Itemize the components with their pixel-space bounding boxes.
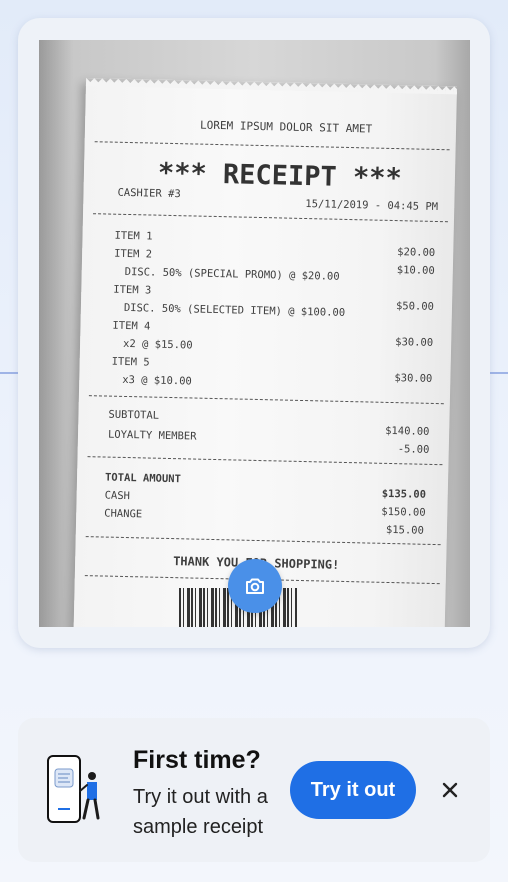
loyalty-label: LOYALTY MEMBER — [107, 428, 197, 443]
line-amount: $30.00 — [394, 372, 433, 385]
receipt-datetime: 15/11/2019 - 04:45 PM — [305, 198, 439, 214]
line-label: ITEM 5 — [111, 355, 150, 369]
receipt-paper: LOREM IPSUM DOLOR SIT AMET *** RECEIPT *… — [71, 78, 458, 627]
subtotal-value: $140.00 — [385, 424, 430, 438]
loyalty-value: -5.00 — [397, 443, 430, 456]
line-amount: $50.00 — [395, 300, 435, 313]
camera-icon — [246, 578, 264, 594]
change-value: $15.00 — [385, 523, 425, 537]
divider — [94, 141, 450, 151]
receipt-header: LOREM IPSUM DOLOR SIT AMET — [199, 118, 373, 136]
line-label: ITEM 2 — [113, 247, 153, 261]
camera-preview-card: LOREM IPSUM DOLOR SIT AMET *** RECEIPT *… — [18, 18, 490, 648]
divider — [93, 213, 448, 223]
close-button[interactable] — [436, 776, 464, 804]
banner-title: First time? — [133, 746, 261, 774]
line-label: DISC. 50% (SPECIAL PROMO) @ $20.00 — [124, 265, 340, 283]
line-label: x3 @ $10.00 — [122, 373, 192, 388]
receipt-cashier: CASHIER #3 — [117, 186, 181, 201]
close-icon — [442, 782, 458, 798]
capture-button[interactable] — [228, 559, 282, 613]
line-amount: $20.00 — [397, 246, 436, 259]
receipt-photo: LOREM IPSUM DOLOR SIT AMET *** RECEIPT *… — [39, 40, 470, 627]
change-label: CHANGE — [104, 507, 143, 521]
receipt-torn-edge — [85, 78, 458, 95]
line-label: DISC. 50% (SELECTED ITEM) @ $100.00 — [123, 301, 346, 319]
try-it-out-button[interactable]: Try it out — [290, 761, 416, 819]
total-value: $135.00 — [381, 487, 427, 501]
line-label: ITEM 3 — [113, 283, 152, 297]
phone-illustration-icon — [47, 755, 100, 823]
cash-label: CASH — [104, 489, 131, 503]
line-label: x2 @ $15.00 — [122, 337, 193, 352]
cash-value: $150.00 — [381, 505, 426, 519]
line-amount: $30.00 — [395, 336, 434, 349]
first-time-banner: First time? Try it out with a sample rec… — [18, 718, 490, 862]
line-label: ITEM 1 — [114, 229, 153, 243]
divider — [85, 536, 441, 546]
total-label: TOTAL AMOUNT — [104, 471, 182, 486]
divider — [88, 395, 444, 405]
subtotal-label: SUBTOTAL — [108, 408, 160, 422]
divider — [87, 456, 443, 466]
banner-subtitle: Try it out with a sample receipt — [133, 786, 268, 838]
receipt-title: *** RECEIPT *** — [157, 157, 403, 195]
line-amount: $10.00 — [396, 264, 435, 277]
line-label: ITEM 4 — [112, 319, 151, 333]
